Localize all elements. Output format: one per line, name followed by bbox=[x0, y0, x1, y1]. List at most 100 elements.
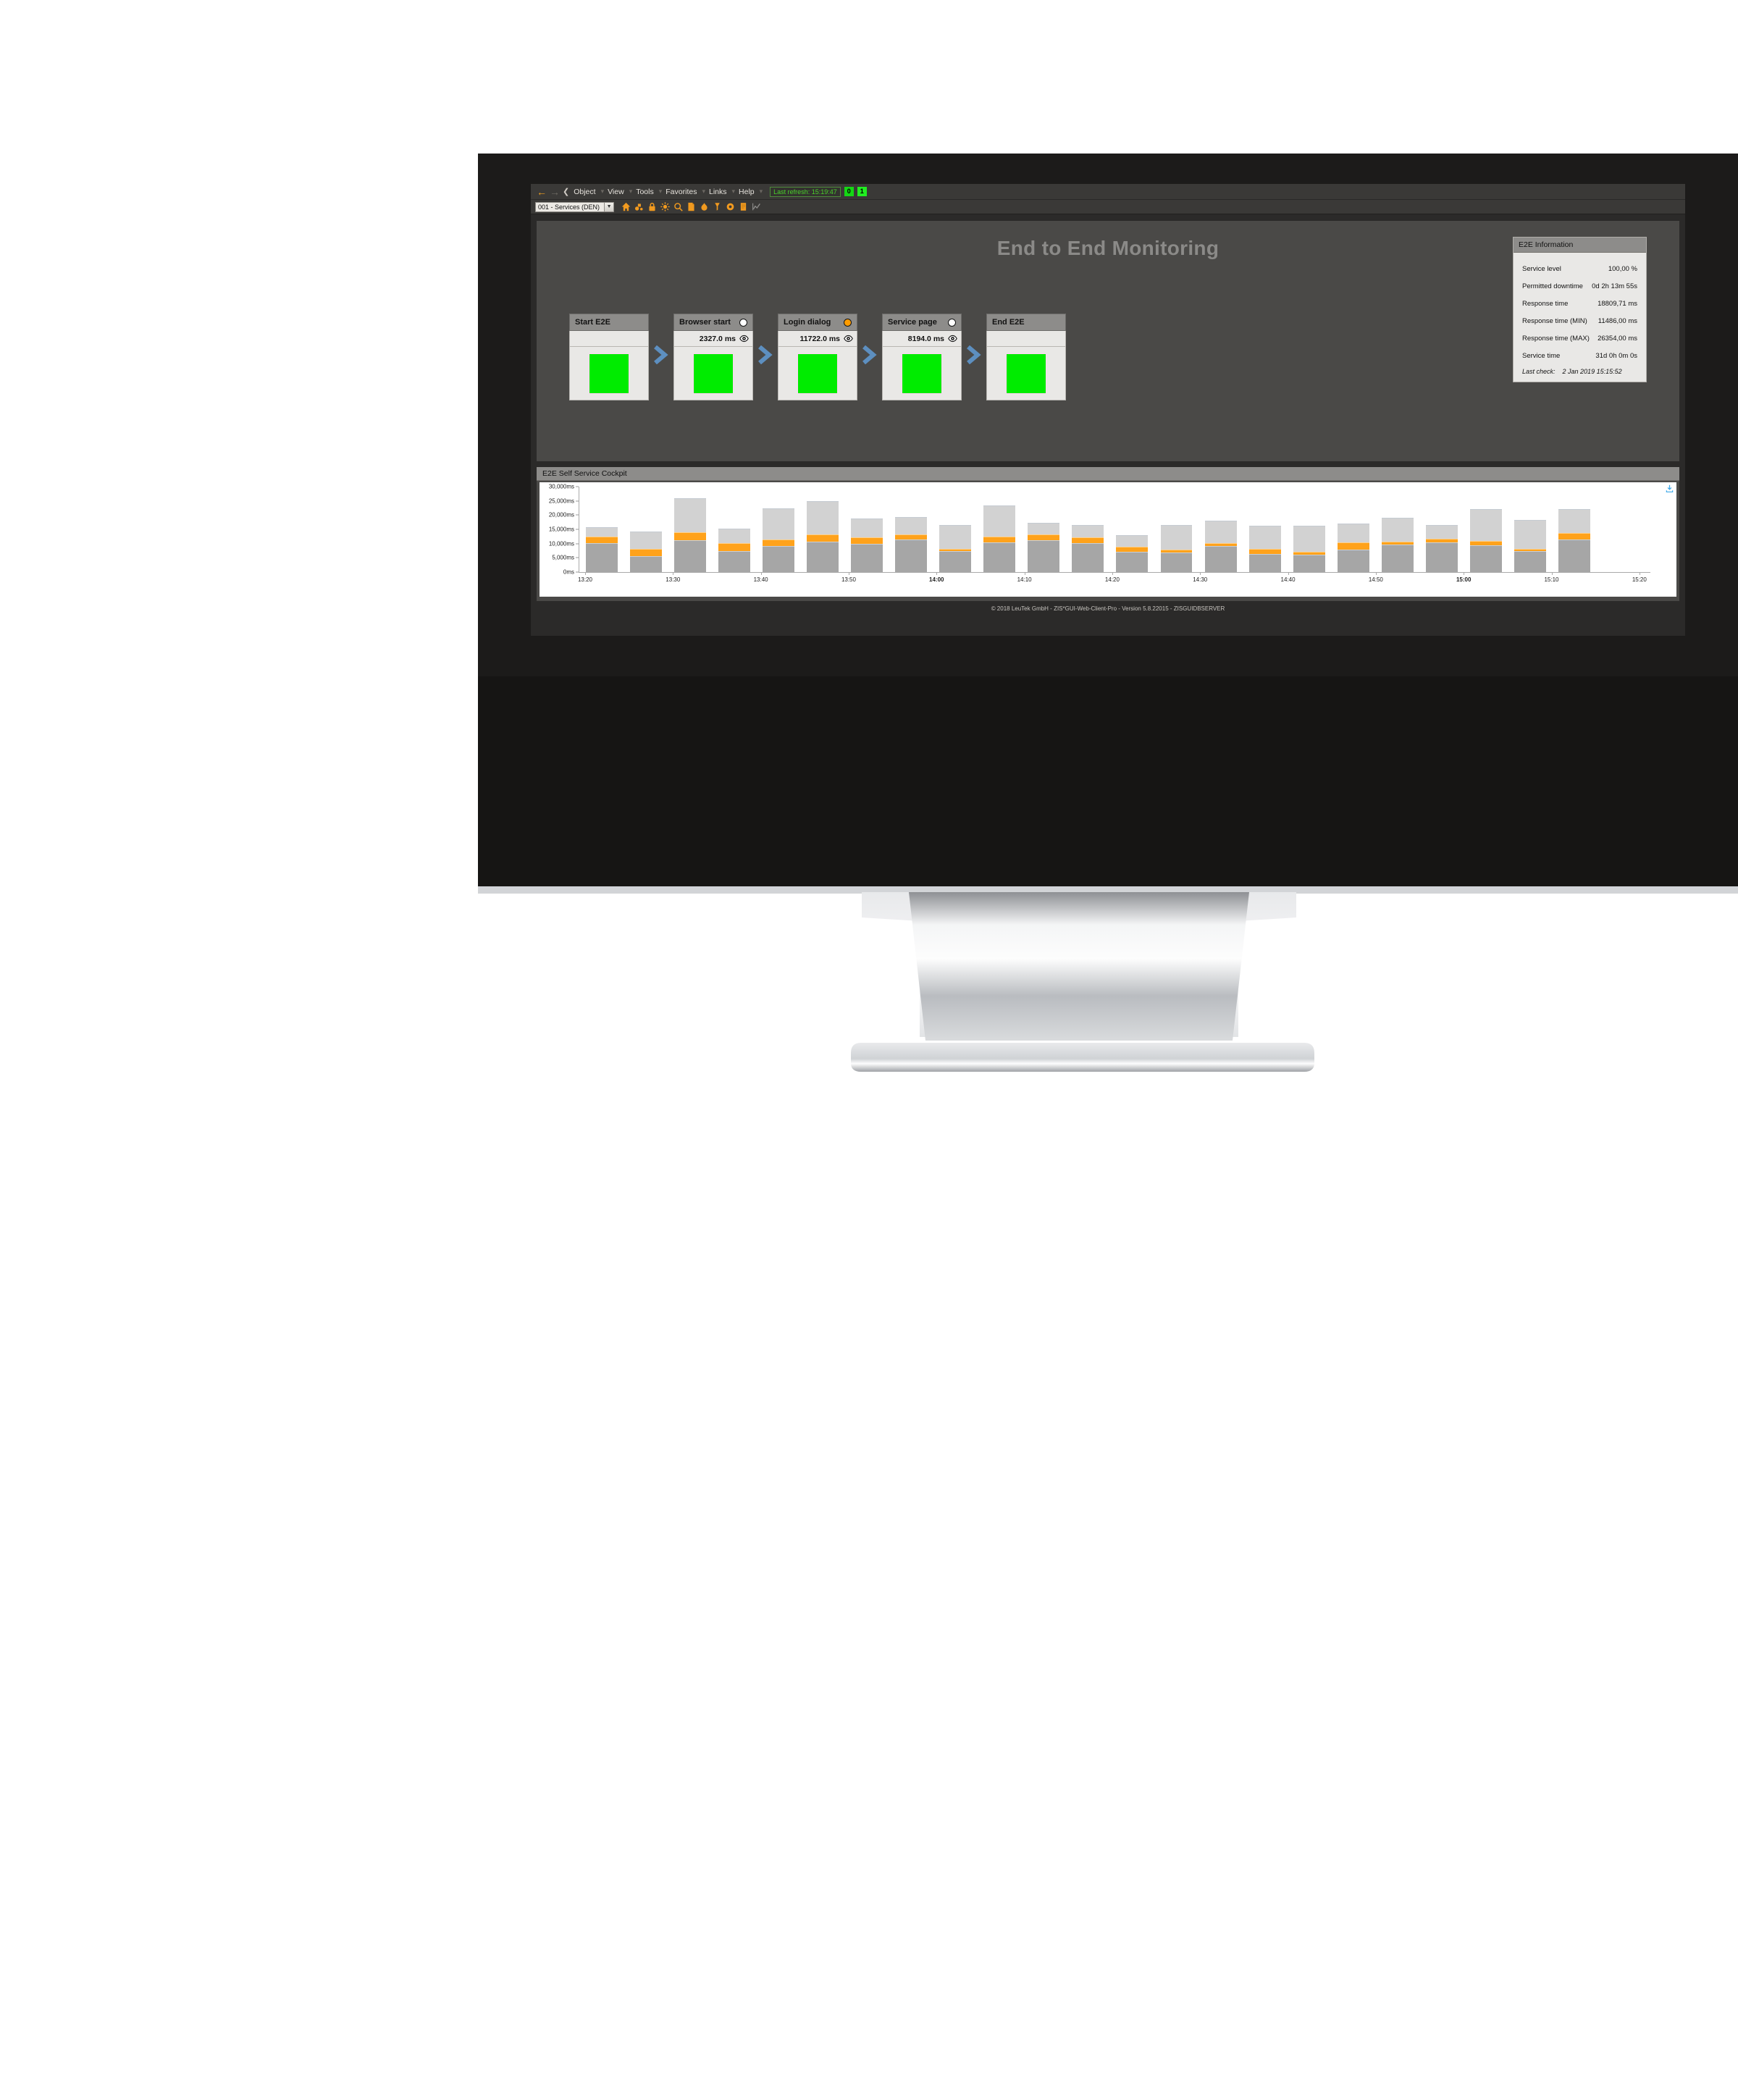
chevron-down-icon[interactable]: ▼ bbox=[604, 202, 614, 211]
status-badge-0[interactable]: 0 bbox=[844, 187, 854, 196]
chart-bar[interactable] bbox=[629, 532, 662, 572]
e2e-information-panel: E2E Information Service level 100,00 % P… bbox=[1513, 237, 1647, 382]
page-icon[interactable] bbox=[739, 202, 748, 211]
eye-icon[interactable] bbox=[739, 335, 749, 343]
chart-area: 0ms 5,000ms 10,000ms 15,000ms 20,000ms 25,000… bbox=[540, 482, 1676, 597]
x-axis-tick-label: 14:30 bbox=[1193, 576, 1208, 583]
flow-step-login-dialog[interactable]: Login dialog 11722.0 ms bbox=[778, 314, 857, 400]
chart-bar[interactable] bbox=[1248, 526, 1281, 572]
chart-bar-segment-top bbox=[939, 524, 972, 550]
bar-series-group bbox=[579, 487, 1650, 572]
state-square-ok bbox=[693, 353, 734, 394]
menu-item-tools[interactable]: Tools bbox=[634, 186, 659, 198]
flow-step-state-box[interactable] bbox=[986, 347, 1066, 400]
eye-icon[interactable] bbox=[948, 335, 957, 343]
y-axis-tick-label: 15,000ms bbox=[548, 526, 574, 533]
chart-bar-segment-top bbox=[895, 517, 928, 534]
chart-bar[interactable] bbox=[1470, 508, 1502, 572]
document-icon[interactable] bbox=[687, 202, 696, 211]
chevron-left-icon[interactable]: ❮ bbox=[563, 187, 569, 196]
flow-step-browser-start[interactable]: Browser start 2327.0 ms bbox=[673, 314, 753, 400]
flow-step-title: Browser start bbox=[679, 318, 731, 327]
status-indicator-dot bbox=[739, 318, 747, 327]
menubar: ← → ❮ Object ▾ View ▾ Tools ▾ Favorites … bbox=[531, 184, 1685, 200]
chart-bar[interactable] bbox=[1425, 524, 1458, 572]
info-label: Response time (MAX) bbox=[1522, 334, 1590, 343]
chart-bar-segment-base bbox=[806, 541, 839, 572]
chart-bar[interactable] bbox=[718, 529, 750, 572]
tractor-icon[interactable] bbox=[634, 202, 644, 211]
menu-divider: ▾ bbox=[658, 188, 663, 195]
info-label: Permitted downtime bbox=[1522, 282, 1583, 290]
flow-step-state-box[interactable] bbox=[673, 347, 753, 400]
info-row-service-time: Service time 31d 0h 0m 0s bbox=[1521, 347, 1639, 364]
chart-bar[interactable] bbox=[585, 526, 618, 572]
chart-bar[interactable] bbox=[1072, 524, 1104, 572]
x-axis-tick-label: 14:20 bbox=[1104, 576, 1120, 583]
chart-bar-segment-mid bbox=[1381, 541, 1414, 545]
menu-item-object[interactable]: Object bbox=[571, 186, 600, 198]
context-select[interactable]: 001 - Services (DEN) ▼ bbox=[535, 201, 615, 212]
chart-bar[interactable] bbox=[806, 501, 839, 572]
chart-bar[interactable] bbox=[1204, 520, 1237, 572]
flow-step-start-e2e[interactable]: Start E2E bbox=[569, 314, 649, 400]
info-row-response-time-max: Response time (MAX) 26354,00 ms bbox=[1521, 329, 1639, 347]
flow-step-state-box[interactable] bbox=[882, 347, 962, 400]
flow-step-state-box[interactable] bbox=[778, 347, 857, 400]
menu-item-help[interactable]: Help bbox=[736, 186, 760, 198]
x-axis-tick-label: 14:50 bbox=[1368, 576, 1383, 583]
flow-step-service-page[interactable]: Service page 8194.0 ms bbox=[882, 314, 962, 400]
flow-step-state-box[interactable] bbox=[569, 347, 649, 400]
menu-divider: ▾ bbox=[629, 188, 633, 195]
x-axis-tick bbox=[1375, 572, 1377, 575]
alarm-icon[interactable] bbox=[700, 202, 709, 211]
chevron-right-icon bbox=[862, 345, 877, 364]
menu-item-favorites[interactable]: Favorites bbox=[663, 186, 702, 198]
chart-bar[interactable] bbox=[1160, 524, 1193, 572]
chart-bar-segment-base bbox=[1514, 550, 1547, 572]
flow-step-value-row: 11722.0 ms bbox=[778, 331, 857, 347]
filter-icon[interactable] bbox=[713, 202, 722, 211]
flow-step-title: Service page bbox=[888, 318, 937, 327]
search-icon[interactable] bbox=[673, 202, 683, 211]
x-axis-tick-label: 13:50 bbox=[841, 576, 856, 583]
flow-step-end-e2e[interactable]: End E2E bbox=[986, 314, 1066, 400]
gear-icon[interactable] bbox=[726, 202, 735, 211]
chart-bar[interactable] bbox=[939, 524, 972, 572]
arrow-left-icon[interactable]: ← bbox=[537, 187, 547, 197]
chart-bar[interactable] bbox=[762, 508, 794, 572]
chart-bar-segment-base bbox=[1381, 544, 1414, 572]
footer-copyright: © 2018 LeuTek GmbH - ZIS*GUI-Web-Client-… bbox=[991, 605, 1225, 612]
home-icon[interactable] bbox=[621, 202, 631, 211]
chart-bar[interactable] bbox=[1116, 535, 1149, 572]
chart-bar[interactable] bbox=[1028, 523, 1060, 572]
x-axis-tick bbox=[936, 572, 938, 575]
menu-divider: ▾ bbox=[731, 188, 736, 195]
chart-icon[interactable] bbox=[752, 202, 761, 211]
chart-bar[interactable] bbox=[1558, 508, 1591, 572]
chart-bar[interactable] bbox=[850, 518, 883, 572]
menu-item-links[interactable]: Links bbox=[707, 186, 732, 198]
chart-bar-segment-mid bbox=[762, 539, 794, 547]
chart-bar[interactable] bbox=[1514, 520, 1547, 572]
lock-icon[interactable] bbox=[647, 202, 657, 211]
info-value: 0d 2h 13m 55s bbox=[1592, 282, 1637, 290]
chart-bar-segment-base bbox=[1425, 542, 1458, 572]
chart-bar[interactable] bbox=[1337, 524, 1369, 572]
info-label: Service level bbox=[1522, 264, 1561, 273]
chart-bar[interactable] bbox=[983, 505, 1016, 572]
status-indicator-dot bbox=[844, 318, 852, 327]
status-badge-1[interactable]: 1 bbox=[857, 187, 867, 196]
menu-item-view[interactable]: View bbox=[605, 186, 629, 198]
arrow-right-icon[interactable]: → bbox=[550, 187, 560, 197]
sun-icon[interactable] bbox=[660, 202, 670, 211]
chart-bar-segment-top bbox=[1248, 526, 1281, 550]
chart-bar-segment-base bbox=[673, 540, 706, 572]
chart-bar[interactable] bbox=[673, 498, 706, 572]
chart-bar-segment-mid bbox=[1028, 534, 1060, 540]
chart-bar[interactable] bbox=[1293, 526, 1325, 572]
chart-bar[interactable] bbox=[895, 517, 928, 572]
eye-icon[interactable] bbox=[844, 335, 853, 343]
chart-bar[interactable] bbox=[1381, 518, 1414, 572]
chart-bar-segment-mid bbox=[1116, 547, 1149, 553]
